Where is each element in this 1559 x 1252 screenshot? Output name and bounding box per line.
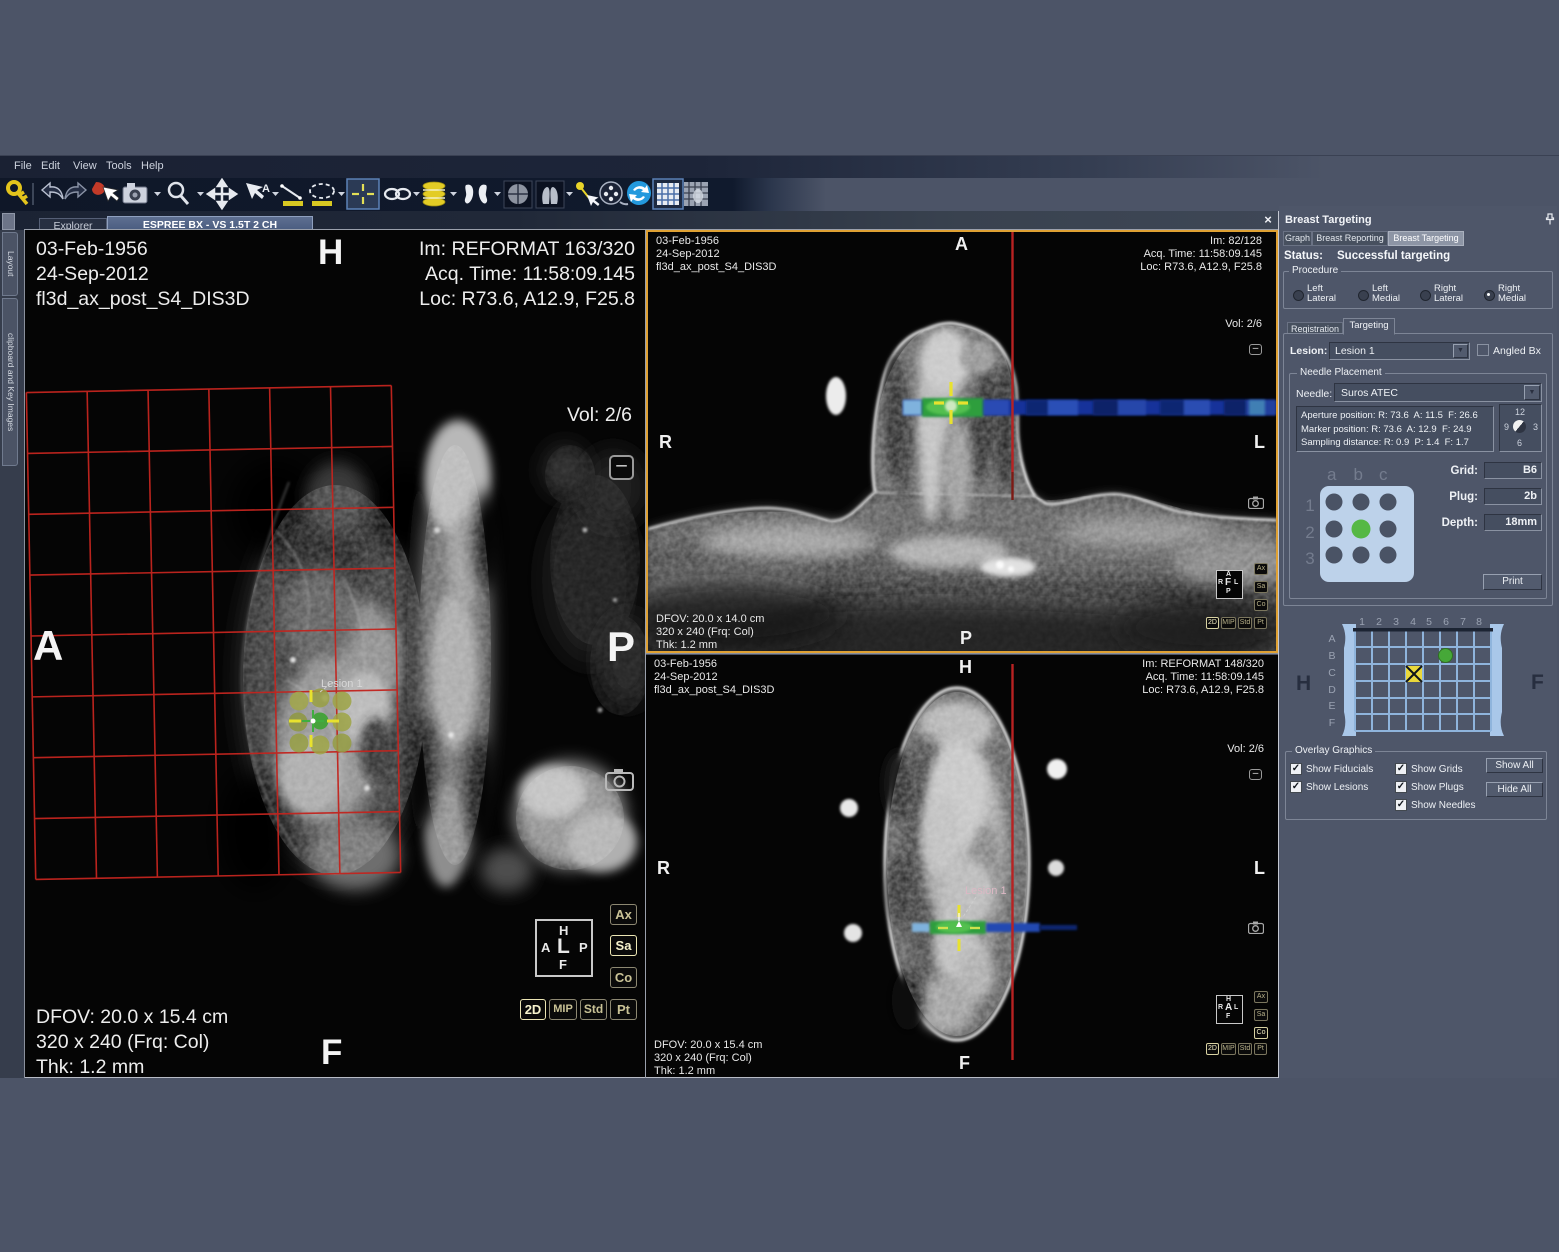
svg-text:A: A: [1328, 633, 1335, 645]
svg-text:D: D: [1328, 684, 1336, 696]
svg-text:4: 4: [1410, 616, 1416, 628]
svg-text:F: F: [1329, 717, 1335, 729]
svg-text:2: 2: [1376, 616, 1382, 628]
svg-text:5: 5: [1426, 616, 1432, 628]
svg-text:1: 1: [1359, 616, 1365, 628]
svg-text:E: E: [1328, 700, 1335, 712]
svg-text:C: C: [1328, 667, 1336, 679]
svg-text:3: 3: [1393, 616, 1399, 628]
svg-text:H: H: [1296, 672, 1311, 695]
svg-text:6: 6: [1443, 616, 1449, 628]
svg-text:A: A: [262, 183, 270, 195]
svg-text:7: 7: [1460, 616, 1466, 628]
svg-text:8: 8: [1476, 616, 1482, 628]
svg-text:B: B: [1328, 650, 1335, 662]
svg-text:F: F: [1531, 671, 1544, 694]
